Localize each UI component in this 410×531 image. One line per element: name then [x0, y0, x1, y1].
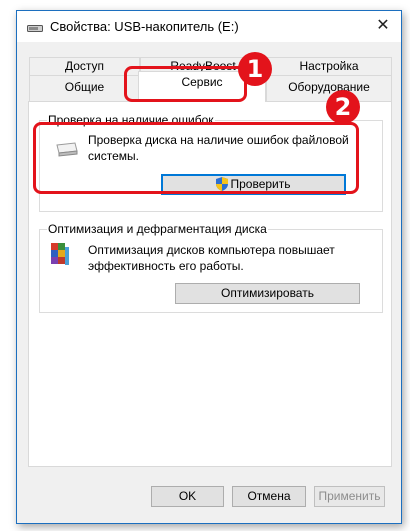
- annotation-highlight-group: [33, 122, 359, 194]
- apply-button-label: Применить: [318, 489, 381, 503]
- optimize-description: Оптимизация дисков компьютера повышает э…: [88, 243, 335, 273]
- optimize-group: Оптимизация и дефрагментация диска Оптим…: [39, 222, 383, 313]
- cancel-button-label: Отмена: [247, 489, 291, 503]
- cancel-button[interactable]: Отмена: [232, 486, 306, 507]
- optimize-button[interactable]: Оптимизировать: [175, 283, 360, 304]
- tab-label: Общие: [64, 80, 105, 94]
- annotation-badge-2: 2: [326, 90, 360, 124]
- ok-button[interactable]: OK: [151, 486, 224, 507]
- ok-button-label: OK: [178, 489, 197, 503]
- defrag-icon: [49, 241, 71, 272]
- tab-label: Доступ: [64, 59, 105, 73]
- apply-button[interactable]: Применить: [314, 486, 385, 507]
- window-title: Свойства: USB-накопитель (E:): [50, 19, 239, 34]
- tab-label: Настройка: [299, 59, 359, 73]
- close-button[interactable]: ✕: [371, 15, 395, 37]
- group-title: Оптимизация и дефрагментация диска: [47, 222, 268, 236]
- annotation-badge-1: 1: [238, 52, 272, 86]
- annotation-highlight-tab: [124, 66, 247, 102]
- drive-icon: [27, 22, 43, 36]
- tab-customize[interactable]: Настройка: [266, 57, 392, 75]
- tab-label: Оборудование: [288, 80, 370, 94]
- optimize-button-label: Оптимизировать: [221, 286, 314, 300]
- title-bar: Свойства: USB-накопитель (E:) ✕: [17, 11, 401, 42]
- close-icon: ✕: [376, 17, 390, 34]
